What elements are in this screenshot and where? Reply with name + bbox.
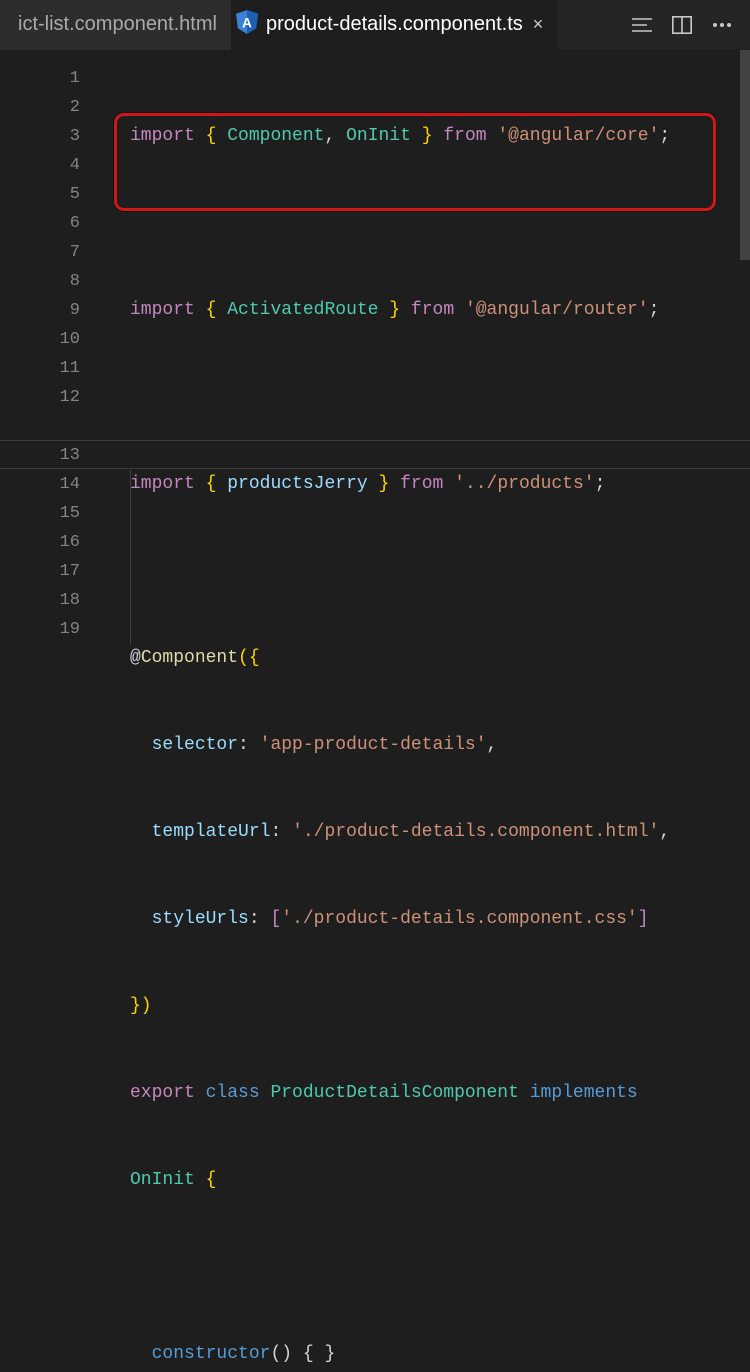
tab-bar: ict-list.component.html A product-detail… bbox=[0, 0, 750, 50]
tab-product-list[interactable]: ict-list.component.html bbox=[0, 0, 232, 50]
angular-shield-icon: A bbox=[236, 10, 258, 40]
close-icon[interactable]: × bbox=[533, 14, 544, 35]
line-number-gutter: 1 2 3 4 5 6 7 8 9 10 11 12 13 14 15 16 1… bbox=[0, 50, 100, 686]
code-area[interactable]: import { Component, OnInit } from '@angu… bbox=[100, 50, 750, 686]
tab-product-details[interactable]: A product-details.component.ts × bbox=[232, 0, 558, 50]
tab-label: ict-list.component.html bbox=[18, 13, 217, 36]
svg-text:A: A bbox=[242, 15, 252, 30]
more-actions-icon[interactable] bbox=[712, 22, 732, 28]
menu-icon[interactable] bbox=[632, 18, 652, 32]
tab-label: product-details.component.ts bbox=[266, 13, 523, 36]
code-editor[interactable]: 1 2 3 4 5 6 7 8 9 10 11 12 13 14 15 16 1… bbox=[0, 50, 750, 686]
split-editor-icon[interactable] bbox=[672, 16, 692, 34]
